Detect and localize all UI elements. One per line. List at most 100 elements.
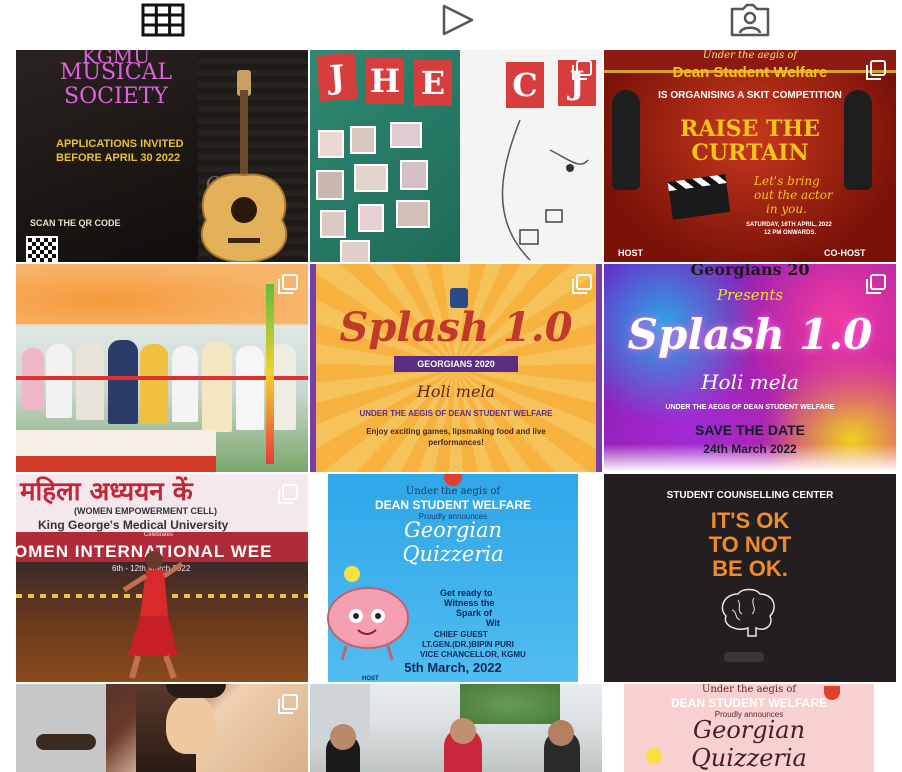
georgians-ribbon: GEORGIANS 2020 [394, 356, 518, 372]
description-line2: performances! [428, 438, 484, 447]
post-splash-holi-mela[interactable]: Splash 1.0 GEORGIANS 2020 Holi mela UNDE… [310, 264, 602, 472]
reels-tab[interactable] [418, 0, 498, 40]
date-line1: SATURDAY, 16TH APRIL, 2022 [746, 222, 832, 228]
quote-line4: Wit [486, 618, 500, 628]
face-painting [166, 694, 216, 754]
grid-icon [141, 3, 185, 37]
post-musical-society[interactable]: KGMU MUSICAL SOCIETY APPLICATIONS INVITE… [16, 50, 308, 262]
photo-card [396, 200, 430, 228]
banner-letter-4: C [506, 62, 544, 108]
quote-line1: Let's bring [754, 174, 820, 188]
brain-mascot-illustration [327, 566, 409, 661]
quote-line3: in you. [766, 202, 807, 216]
banner-letter-1: J [316, 52, 358, 102]
post-group-photo[interactable] [310, 684, 602, 772]
event-date: 24th March 2022 [703, 442, 797, 456]
quote-line2: Witness the [444, 598, 495, 608]
photo-card [318, 130, 344, 158]
scan-text: SCAN THE QR CODE [30, 218, 121, 228]
aegis-text: UNDER THE AEGIS OF DEAN STUDENT WELFARE [359, 409, 553, 418]
blurred-mark [724, 652, 764, 662]
photo-card [350, 126, 376, 154]
play-icon [442, 4, 474, 36]
person [76, 342, 104, 420]
person [202, 342, 232, 432]
person [108, 340, 138, 424]
post-womens-week[interactable]: महिला अध्ययन कें (WOMEN EMPOWERMENT CELL… [16, 474, 308, 682]
trees [460, 684, 560, 724]
table-cloth [16, 456, 216, 472]
ribbon [16, 376, 308, 380]
guitar-illustration [200, 70, 288, 262]
garland [266, 284, 274, 464]
multiple-photos-icon [866, 274, 886, 294]
splash-title: Splash 1.0 [339, 304, 573, 351]
photo-card [400, 160, 428, 190]
grid-tab[interactable] [123, 0, 203, 40]
multiple-photos-icon [866, 60, 886, 80]
multiple-photos-icon [278, 694, 298, 714]
post-ribbon-cutting[interactable] [16, 264, 308, 472]
person [140, 344, 168, 424]
quiz-title-line1: Georgian [692, 716, 806, 744]
person [46, 344, 72, 418]
cell-name: (WOMEN EMPOWERMENT CELL) [74, 506, 217, 516]
photo-card [358, 204, 384, 232]
cohost-label: CO-HOST [824, 248, 866, 258]
tagged-tab[interactable] [710, 0, 790, 40]
profile-tab-bar [0, 0, 902, 48]
chief-guest-role: VICE CHANCELLOR, KGMU [420, 650, 526, 659]
post-georgian-quizzeria-2[interactable]: Under the aegis of DEAN STUDENT WELFARE … [604, 684, 896, 772]
multiple-photos-icon [278, 484, 298, 504]
message-line2: TO NOT [708, 532, 792, 557]
hair [166, 684, 226, 698]
host-label: HOST [618, 248, 644, 258]
quiz-date: 5th March, 2022 [404, 660, 502, 675]
qr-code [26, 236, 58, 262]
quote-line3: Spark of [456, 608, 493, 618]
host-label: HOST [362, 676, 379, 682]
holi-mela-text: Holi mela [416, 382, 496, 401]
quote-line2: out the actor [754, 188, 833, 202]
aegis-text: UNDER THE AEGIS OF DEAN STUDENT WELFARE [665, 404, 835, 411]
face [330, 724, 356, 750]
center-name: STUDENT COUNSELLING CENTER [666, 490, 834, 501]
clapperboard [667, 174, 731, 220]
multiple-photos-icon [572, 60, 592, 80]
aegis-text: Under the aegis of [702, 50, 798, 61]
orange-canopy [16, 264, 308, 324]
post-its-ok-to-not-be-ok[interactable]: STUDENT COUNSELLING CENTER IT'S OK TO NO… [604, 474, 896, 682]
chief-guest-name: LT.GEN.(DR.)BIPIN PURI [422, 640, 514, 649]
brain-line-drawing [721, 588, 775, 637]
quiz-title-line1: Georgian [403, 518, 503, 542]
chief-guest-label: CHIEF GUEST [434, 630, 488, 639]
post-georgian-quizzeria[interactable]: Under the aegis of DEAN STUDENT WELFARE … [310, 474, 602, 682]
lightbulb-icon [646, 748, 662, 764]
banner-letter-2: H [366, 58, 404, 104]
post-grid: KGMU MUSICAL SOCIETY APPLICATIONS INVITE… [16, 50, 896, 772]
left-panel [16, 684, 106, 772]
multiple-photos-icon [572, 274, 592, 294]
multiple-photos-icon [278, 274, 298, 294]
post-artwork[interactable] [16, 684, 308, 772]
post-raise-the-curtain[interactable]: Under the aegis of Dean Student Welfare … [604, 50, 896, 262]
quote-line1: Get ready to [440, 588, 493, 598]
tagged-person-icon [730, 3, 770, 37]
mime-figure-left [612, 90, 640, 190]
photo-card [316, 170, 344, 200]
mime-figure-right [844, 90, 872, 190]
post-the-cj[interactable]: J H E C J [310, 50, 602, 262]
post-splash-save-the-date[interactable]: Georgians 20 Presents Splash 1.0 Holi me… [604, 264, 896, 472]
post-title-line3: SOCIETY [64, 84, 168, 109]
message-line3: BE OK. [712, 556, 788, 581]
apply-line1: APPLICATIONS INVITED [56, 138, 184, 150]
description-line1: Enjoy exciting games, lipsmaking food an… [366, 427, 546, 436]
dancer-figure [122, 551, 184, 680]
photo-card [340, 240, 370, 262]
date-line2: 12 PM ONWARDS. [764, 230, 817, 236]
hand-painting [36, 734, 96, 750]
aegis-text: Under the aegis of [405, 486, 501, 497]
holi-mela-text: Holi mela [701, 370, 799, 394]
quiz-title-line2: Quizzeria [402, 542, 504, 566]
celebrates-text: Celebrates [144, 532, 174, 538]
